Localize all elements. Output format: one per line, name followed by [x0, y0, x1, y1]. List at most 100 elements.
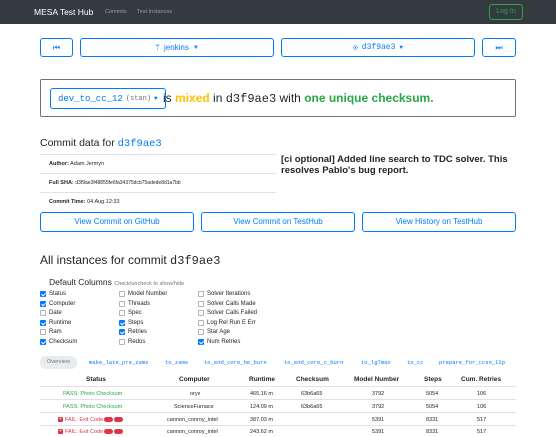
- model-cell: 5391: [372, 417, 385, 423]
- checkbox[interactable]: [198, 320, 204, 326]
- branch-name: jenkins: [163, 43, 189, 52]
- column-toggle-threads[interactable]: Threads: [119, 301, 150, 307]
- branch-dropdown[interactable]: ᛘ jenkins ▼: [80, 38, 274, 57]
- tab-make-late-pre-zams[interactable]: make_late_pre_zams: [89, 356, 148, 369]
- steps-cell: 5054: [426, 404, 439, 410]
- author-row: Author: Adam Jermyn: [40, 154, 276, 173]
- column-header-status[interactable]: Status: [86, 376, 106, 383]
- column-toggle-computer[interactable]: Computer: [40, 301, 75, 307]
- row-divider: [40, 399, 516, 400]
- column-toggle-solver-calls-made[interactable]: Solver Calls Made: [198, 301, 256, 307]
- column-toggle-solver-iterations[interactable]: Solver Iterations: [198, 291, 250, 297]
- computer-cell[interactable]: ScienceFurnace: [174, 404, 214, 410]
- column-toggle-spec[interactable]: Spec: [119, 310, 142, 316]
- row-divider: [40, 425, 516, 426]
- checkbox[interactable]: [119, 329, 125, 335]
- column-header-runtime[interactable]: Runtime: [249, 376, 275, 383]
- column-header-steps[interactable]: Steps: [424, 376, 442, 383]
- tab-prepare-for-ccsn-iip[interactable]: prepare_for_ccsn_IIp: [439, 356, 505, 369]
- view-testhub-button[interactable]: View Commit on TestHub: [201, 212, 355, 232]
- checkbox[interactable]: [40, 320, 46, 326]
- checkbox[interactable]: [198, 310, 204, 316]
- column-toggle-log-rel-run-e-err[interactable]: Log Rel Run E Err: [198, 320, 256, 326]
- runtime-cell: 243.62 m: [250, 429, 273, 435]
- column-toggle-redos[interactable]: Redos: [119, 339, 145, 345]
- column-toggle-retries[interactable]: Retries: [119, 329, 147, 335]
- tab-to-zams[interactable]: to_zams: [165, 356, 188, 369]
- column-header-model-number[interactable]: Model Number: [354, 376, 399, 383]
- column-toggle-date[interactable]: Date: [40, 310, 62, 316]
- checkbox[interactable]: [119, 310, 125, 316]
- runtime-cell: 387.03 m: [250, 417, 273, 423]
- author-value: Adam Jermyn: [70, 161, 105, 167]
- checkbox[interactable]: [119, 301, 125, 307]
- checkbox[interactable]: [40, 310, 46, 316]
- nav-link-test-instances[interactable]: Test Instances: [137, 9, 172, 15]
- previous-commit-button[interactable]: ⏮: [40, 38, 73, 57]
- column-toggle-model-number[interactable]: Model Number: [119, 291, 167, 297]
- full-sha-value: d3f9ae3f48855fe6fa34375dcb75adede8d1a7bb: [75, 180, 181, 186]
- computer-cell[interactable]: cannon_conroy_intel: [167, 429, 218, 435]
- column-toggle-steps[interactable]: Steps: [119, 320, 143, 326]
- tab-to-end-core-he-burn[interactable]: to_end_core_he_burn: [204, 356, 267, 369]
- checkbox[interactable]: [40, 291, 46, 297]
- column-toggle-status[interactable]: Status: [40, 291, 66, 297]
- steps-cell: 5054: [426, 391, 439, 397]
- test-summary-box: dev_to_cc_12 (stan) ▼ is mixed in d3f9ae…: [40, 79, 516, 117]
- navbar: MESA Test Hub Commits Test Instances Log…: [0, 0, 556, 24]
- test-case-suffix: (stan): [125, 94, 152, 103]
- checkbox[interactable]: [119, 320, 125, 326]
- column-toggle-checksum[interactable]: Checksum: [40, 339, 77, 345]
- steps-cell: 8331: [426, 429, 439, 435]
- checkbox[interactable]: [198, 329, 204, 335]
- commit-time-value: 04 Aug 12:33: [87, 199, 120, 205]
- checkbox[interactable]: [119, 339, 125, 345]
- checkbox[interactable]: [40, 339, 46, 345]
- test-case-name: dev_to_cc_12: [58, 93, 123, 104]
- skip-back-icon: ⏮: [52, 42, 61, 52]
- column-header-computer[interactable]: Computer: [179, 376, 210, 383]
- column-toggle-num-retries[interactable]: Num Retries: [198, 339, 240, 345]
- brand-link[interactable]: MESA Test Hub: [34, 7, 93, 17]
- tab-to-lgtmax[interactable]: to_lgTmax: [361, 356, 391, 369]
- column-toggle-ram[interactable]: Ram: [40, 329, 62, 335]
- column-header-checksum[interactable]: Checksum: [296, 376, 329, 383]
- status-cell[interactable]: + FAIL: Exit Code: [58, 417, 124, 423]
- status-cell[interactable]: PASS: Photo Checksum: [63, 391, 122, 397]
- login-button[interactable]: Log In: [489, 4, 523, 20]
- status-badge: [114, 429, 124, 435]
- instances-heading: All instances for commit d3f9ae3: [40, 253, 221, 268]
- chevron-down-icon: ▼: [192, 44, 199, 51]
- checkbox[interactable]: [119, 291, 125, 297]
- status-cell[interactable]: PASS: Photo Checksum: [63, 404, 122, 410]
- checksum-cell: 63b6a65: [301, 404, 323, 410]
- column-toggle-runtime[interactable]: Runtime: [40, 320, 71, 326]
- tab-to-cc[interactable]: to_cc: [407, 356, 424, 369]
- commit-icon: ⊙: [352, 43, 358, 53]
- commit-dropdown[interactable]: ⊙ d3f9ae3 ▼: [281, 38, 475, 57]
- view-github-button[interactable]: View Commit on GitHub: [40, 212, 194, 232]
- retries-cell: 517: [477, 429, 487, 435]
- nav-link-commits[interactable]: Commits: [105, 9, 127, 15]
- tab-overview[interactable]: Overview: [40, 356, 77, 369]
- checksum-summary: one unique checksum.: [304, 91, 434, 105]
- checkbox[interactable]: [198, 339, 204, 345]
- checkbox[interactable]: [198, 301, 204, 307]
- branch-icon: ᛘ: [155, 43, 160, 52]
- tab-to-end-core-c-burn[interactable]: to_end_core_c_burn: [284, 356, 343, 369]
- view-history-button[interactable]: View History on TestHub: [362, 212, 516, 232]
- status-cell[interactable]: + FAIL: Exit Code: [58, 429, 124, 435]
- chevron-down-icon: ▼: [154, 95, 158, 102]
- test-case-dropdown[interactable]: dev_to_cc_12 (stan) ▼: [50, 88, 166, 109]
- checkbox[interactable]: [40, 329, 46, 335]
- checkbox[interactable]: [198, 291, 204, 297]
- commit-sha-link[interactable]: d3f9ae3: [118, 138, 162, 150]
- next-commit-button[interactable]: ⏭: [482, 38, 516, 57]
- computer-cell[interactable]: oryx: [190, 391, 200, 397]
- header-divider: [40, 386, 516, 387]
- checkbox[interactable]: [40, 301, 46, 307]
- column-toggle-star-age[interactable]: Star Age: [198, 329, 230, 335]
- column-header-cum-retries[interactable]: Cum. Retries: [461, 376, 501, 383]
- column-toggle-solver-calls-failed[interactable]: Solver Calls Failed: [198, 310, 257, 316]
- computer-cell[interactable]: cannon_conroy_intel: [167, 417, 218, 423]
